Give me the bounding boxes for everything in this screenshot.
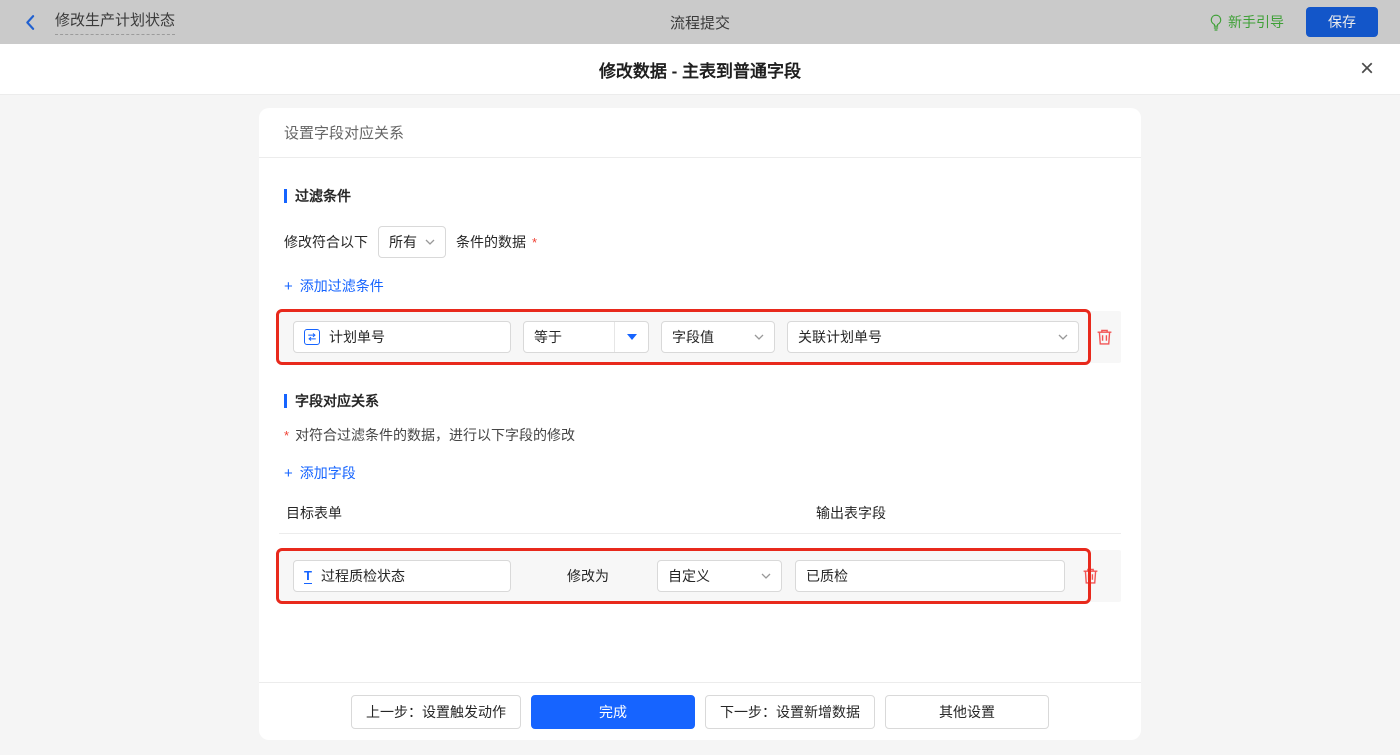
delete-mapping-row-button[interactable] xyxy=(1082,567,1099,585)
delete-filter-row-button[interactable] xyxy=(1096,328,1113,346)
filter-value-field-select[interactable]: 关联计划单号 xyxy=(787,321,1079,353)
mapping-column-headers: 目标表单 输出表字段 xyxy=(286,503,1121,523)
trash-icon xyxy=(1082,567,1099,585)
required-asterisk: * xyxy=(532,235,537,250)
target-form-column-header: 目标表单 xyxy=(286,503,816,523)
chevron-down-icon xyxy=(1058,334,1068,340)
flow-title: 修改生产计划状态 xyxy=(55,9,175,35)
section-bar-marker xyxy=(284,189,287,203)
operator-caret-segment[interactable] xyxy=(614,322,648,352)
mapping-field-select[interactable]: T 过程质检状态 xyxy=(293,560,511,592)
card-body: 过滤条件 修改符合以下 所有 条件的数据 * + 添加过滤条件 xyxy=(259,158,1141,682)
field-mapping-row: T 过程质检状态 修改为 自定义 xyxy=(279,550,1121,602)
mapping-section-title: 字段对应关系 xyxy=(284,391,1121,411)
dialog-header: 修改数据 - 主表到普通字段 × xyxy=(0,44,1400,95)
dialog-title: 修改数据 - 主表到普通字段 xyxy=(599,57,801,82)
beginner-guide-label: 新手引导 xyxy=(1228,12,1284,32)
filter-operator-select[interactable]: 等于 xyxy=(523,321,649,353)
close-icon[interactable]: × xyxy=(1360,57,1374,81)
output-field-column-header: 输出表字段 xyxy=(816,503,886,523)
match-prefix-label: 修改符合以下 xyxy=(284,232,368,252)
flow-node-label: 流程提交 xyxy=(670,12,730,33)
done-button[interactable]: 完成 xyxy=(531,695,695,729)
modify-to-label: 修改为 xyxy=(567,566,609,586)
next-step-button[interactable]: 下一步：设置新增数据 xyxy=(705,695,875,729)
filter-section-title: 过滤条件 xyxy=(284,186,1121,206)
prev-step-button[interactable]: 上一步：设置触发动作 xyxy=(351,695,521,729)
caret-down-icon xyxy=(627,334,637,340)
card-header-title: 设置字段对应关系 xyxy=(284,122,404,143)
top-bar: 修改生产计划状态 流程提交 新手引导 保存 xyxy=(0,0,1400,44)
section-bar-marker xyxy=(284,394,287,408)
match-suffix-label: 条件的数据 xyxy=(456,232,526,252)
back-chevron-icon xyxy=(22,14,39,31)
chevron-down-icon xyxy=(761,573,771,579)
filter-match-line: 修改符合以下 所有 条件的数据 * xyxy=(284,226,1121,258)
other-settings-button[interactable]: 其他设置 xyxy=(885,695,1049,729)
column-header-divider xyxy=(279,533,1121,534)
card-footer: 上一步：设置触发动作 完成 下一步：设置新增数据 其他设置 xyxy=(259,682,1141,740)
required-asterisk: * xyxy=(284,428,289,443)
plus-icon: + xyxy=(284,466,293,481)
value-mode-select[interactable]: 自定义 xyxy=(657,560,782,592)
filter-condition-row: 计划单号 等于 字段值 关联计划单号 xyxy=(279,311,1121,363)
filter-field-label: 计划单号 xyxy=(329,327,385,347)
add-field-link[interactable]: + 添加字段 xyxy=(284,463,356,483)
match-mode-select[interactable]: 所有 xyxy=(378,226,446,258)
mapping-hint: * 对符合过滤条件的数据，进行以下字段的修改 xyxy=(284,425,1121,445)
filter-field-select[interactable]: 计划单号 xyxy=(293,321,511,353)
card-header: 设置字段对应关系 xyxy=(259,108,1141,158)
settings-card: 设置字段对应关系 过滤条件 修改符合以下 所有 条件的数据 * + 添 xyxy=(259,108,1141,740)
text-field-icon: T xyxy=(304,569,312,584)
filter-value-type-select[interactable]: 字段值 xyxy=(661,321,775,353)
chevron-down-icon xyxy=(754,334,764,340)
chevron-down-icon xyxy=(425,239,435,245)
custom-value-input[interactable] xyxy=(795,560,1065,592)
dialog-body: 设置字段对应关系 过滤条件 修改符合以下 所有 条件的数据 * + 添 xyxy=(0,95,1400,755)
beginner-guide-link[interactable]: 新手引导 xyxy=(1209,12,1284,32)
save-button[interactable]: 保存 xyxy=(1306,7,1378,37)
add-filter-condition-link[interactable]: + 添加过滤条件 xyxy=(284,276,384,296)
plus-icon: + xyxy=(284,279,293,294)
trash-icon xyxy=(1096,328,1113,346)
back-button[interactable] xyxy=(22,14,39,31)
mapping-field-label: 过程质检状态 xyxy=(321,566,405,586)
lightbulb-icon xyxy=(1209,14,1223,31)
serial-number-field-icon xyxy=(304,329,320,345)
